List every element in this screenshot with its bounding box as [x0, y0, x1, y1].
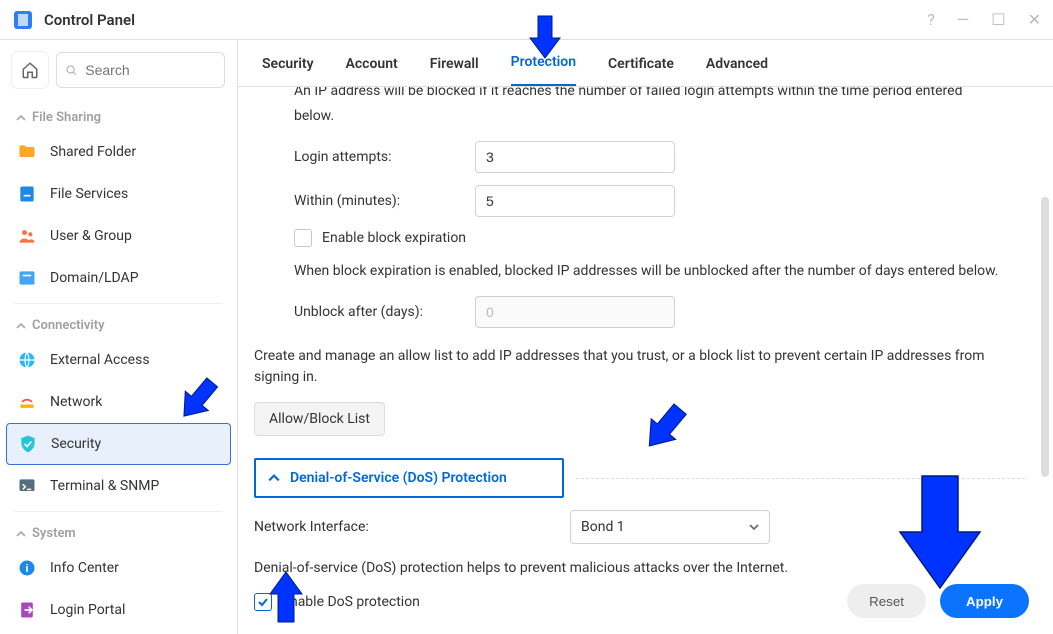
- divider: [14, 303, 223, 304]
- sidebar-item-shared-folder[interactable]: Shared Folder: [0, 131, 237, 173]
- chevron-down-icon: [749, 522, 759, 532]
- within-minutes-input[interactable]: [475, 185, 675, 217]
- chevron-up-icon: [16, 529, 26, 539]
- sidebar-item-label: Network: [50, 394, 102, 410]
- allow-block-list-button[interactable]: Allow/Block List: [254, 402, 385, 436]
- sidebar-item-label: File Services: [50, 186, 128, 202]
- minimize-icon[interactable]: —: [957, 10, 970, 29]
- section-head-file-sharing[interactable]: File Sharing: [0, 100, 237, 131]
- chevron-up-icon: [16, 321, 26, 331]
- sidebar-item-info-center[interactable]: i Info Center: [0, 547, 237, 589]
- apply-button[interactable]: Apply: [940, 584, 1029, 618]
- sidebar-item-label: Terminal & SNMP: [50, 478, 159, 494]
- svg-text:i: i: [25, 563, 28, 575]
- footer: Reset Apply: [823, 568, 1053, 634]
- sidebar-item-label: External Access: [50, 352, 150, 368]
- section-label: Connectivity: [32, 318, 105, 333]
- divider: [14, 511, 223, 512]
- sidebar-item-label: Login Portal: [50, 602, 125, 618]
- chevron-up-icon: [16, 113, 26, 123]
- reset-button[interactable]: Reset: [847, 584, 926, 618]
- network-interface-label: Network Interface:: [254, 519, 554, 535]
- login-portal-icon: [16, 599, 38, 621]
- enable-block-expiration-checkbox[interactable]: [294, 229, 312, 247]
- sidebar-item-domain-ldap[interactable]: Domain/LDAP: [0, 257, 237, 299]
- autoblock-desc-below: below.: [294, 106, 1025, 127]
- sidebar-item-user-group[interactable]: User & Group: [0, 215, 237, 257]
- section-divider: [576, 478, 1025, 479]
- tab-protection[interactable]: Protection: [511, 54, 576, 86]
- enable-block-expiration-label: Enable block expiration: [322, 230, 466, 246]
- vertical-scrollbar[interactable]: [1041, 197, 1049, 477]
- terminal-icon: [16, 475, 38, 497]
- maximize-icon[interactable]: ☐: [991, 10, 1005, 29]
- sidebar-item-label: Domain/LDAP: [50, 270, 139, 286]
- file-services-icon: [16, 183, 38, 205]
- unblock-after-input: [475, 296, 675, 328]
- sidebar-item-file-services[interactable]: File Services: [0, 173, 237, 215]
- app-icon: [12, 9, 34, 31]
- tab-advanced[interactable]: Advanced: [706, 56, 768, 86]
- user-group-icon: [16, 225, 38, 247]
- titlebar: Control Panel ? — ☐ ✕: [0, 0, 1053, 40]
- dos-protection-section-header[interactable]: Denial-of-Service (DoS) Protection: [254, 458, 564, 498]
- select-value: Bond 1: [581, 519, 625, 535]
- shield-icon: [17, 433, 39, 455]
- search-input[interactable]: [83, 61, 216, 79]
- external-access-icon: [16, 349, 38, 371]
- chevron-up-icon: [268, 472, 280, 484]
- info-icon: i: [16, 557, 38, 579]
- within-minutes-label: Within (minutes):: [294, 193, 459, 209]
- sidebar-item-security[interactable]: Security: [6, 423, 231, 465]
- sidebar-item-network[interactable]: Network: [0, 381, 237, 423]
- sidebar-item-label: Shared Folder: [50, 144, 136, 160]
- network-icon: [16, 391, 38, 413]
- check-icon: [257, 596, 269, 608]
- section-head-connectivity[interactable]: Connectivity: [0, 308, 237, 339]
- sidebar-item-login-portal[interactable]: Login Portal: [0, 589, 237, 631]
- window-title: Control Panel: [44, 11, 917, 29]
- login-attempts-input[interactable]: [475, 141, 675, 173]
- dos-header-label: Denial-of-Service (DoS) Protection: [290, 470, 507, 486]
- sidebar: File Sharing Shared Folder File Services…: [0, 40, 238, 634]
- tab-account[interactable]: Account: [346, 56, 398, 86]
- search-field[interactable]: [56, 52, 225, 88]
- sidebar-item-terminal-snmp[interactable]: Terminal & SNMP: [0, 465, 237, 507]
- unblock-after-label: Unblock after (days):: [294, 304, 459, 320]
- sidebar-item-label: Security: [51, 436, 101, 452]
- domain-icon: [16, 267, 38, 289]
- tabs: Security Account Firewall Protection Cer…: [238, 40, 1053, 87]
- login-attempts-label: Login attempts:: [294, 149, 459, 165]
- tab-certificate[interactable]: Certificate: [608, 56, 674, 86]
- content-area: Security Account Firewall Protection Cer…: [238, 40, 1053, 634]
- network-interface-select[interactable]: Bond 1: [570, 510, 770, 544]
- folder-icon: [16, 141, 38, 163]
- allow-block-desc: Create and manage an allow list to add I…: [254, 346, 1025, 388]
- sidebar-item-external-access[interactable]: External Access: [0, 339, 237, 381]
- block-expiration-desc: When block expiration is enabled, blocke…: [294, 261, 1025, 282]
- enable-dos-checkbox[interactable]: [254, 593, 272, 611]
- section-label: System: [32, 526, 76, 541]
- tab-firewall[interactable]: Firewall: [430, 56, 479, 86]
- tab-security[interactable]: Security: [262, 56, 314, 86]
- section-head-system[interactable]: System: [0, 516, 237, 547]
- sidebar-item-label: User & Group: [50, 228, 132, 244]
- sidebar-item-label: Info Center: [50, 560, 119, 576]
- close-icon[interactable]: ✕: [1028, 10, 1041, 29]
- section-label: File Sharing: [32, 110, 101, 125]
- help-icon[interactable]: ?: [927, 10, 935, 29]
- home-button[interactable]: [12, 52, 48, 88]
- autoblock-desc-line: An IP address will be blocked if it reac…: [294, 87, 1025, 102]
- enable-dos-label: Enable DoS protection: [282, 594, 420, 610]
